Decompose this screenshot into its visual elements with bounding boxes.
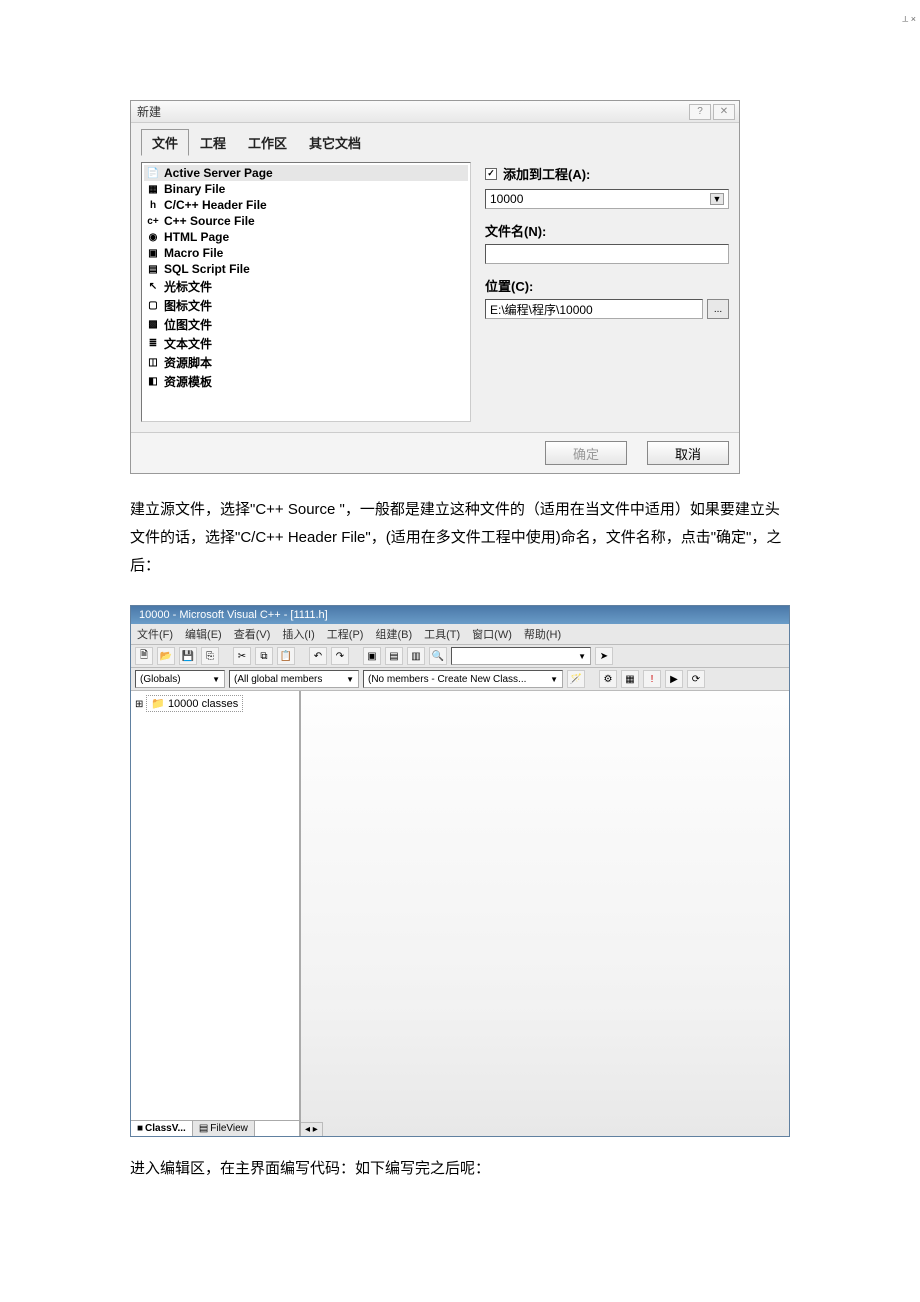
html-icon: ◉ (146, 230, 160, 244)
cursor-icon: ↖ (146, 280, 160, 294)
menu-item[interactable]: 查看(V) (234, 626, 271, 642)
search-combo[interactable]: ▼ (451, 647, 591, 665)
add-to-project-checkbox[interactable]: ✓ (485, 168, 497, 180)
menu-item[interactable]: 工程(P) (327, 626, 364, 642)
new-icon[interactable]: 🗎 (135, 647, 153, 665)
build-icon[interactable]: ▦ (621, 670, 639, 688)
cut-icon[interactable]: ✂ (233, 647, 251, 665)
list-item: ≣文本文件 (144, 334, 468, 353)
help-button[interactable]: ? (689, 104, 711, 120)
list-item: ◫资源脚本 (144, 353, 468, 372)
compile-icon[interactable]: ⚙ (599, 670, 617, 688)
stop-icon[interactable]: ! (643, 670, 661, 688)
icon-file-icon: ▢ (146, 299, 160, 313)
find-icon[interactable]: 🔍 (429, 647, 447, 665)
dialog-tabs: 文件 工程 工作区 其它文档 (131, 123, 739, 156)
tree-root[interactable]: 📁 10000 classes (146, 695, 243, 712)
tool-icon[interactable]: ▣ (363, 647, 381, 665)
vc-editor[interactable]: ◂ ▸ (301, 691, 789, 1136)
undo-icon[interactable]: ↶ (309, 647, 327, 665)
vc-menu-bar: 文件(F) 编辑(E) 查看(V) 插入(I) 工程(P) 组建(B) 工具(T… (131, 624, 789, 645)
save-all-icon[interactable]: ⎘ (201, 647, 219, 665)
save-icon[interactable]: 💾 (179, 647, 197, 665)
tab-classview[interactable]: ■ClassV... (131, 1121, 193, 1136)
panel-pin-icon[interactable]: ⟂ × (902, 14, 916, 25)
vc-toolbar-1: 🗎 📂 💾 ⎘ ✂ ⧉ 📋 ↶ ↷ ▣ ▤ ▥ 🔍 ▼ ➤ (131, 645, 789, 668)
vc-window: 10000 - Microsoft Visual C++ - [1111.h] … (130, 605, 790, 1137)
add-to-project-label: 添加到工程(A): (503, 164, 590, 183)
sql-icon: ▤ (146, 262, 160, 276)
menu-item[interactable]: 窗口(W) (472, 626, 512, 642)
project-dropdown[interactable]: 10000 ▼ (485, 189, 729, 209)
list-item: ↖光标文件 (144, 277, 468, 296)
binary-icon: ▦ (146, 182, 160, 196)
list-item: 📄Active Server Page (144, 165, 468, 181)
tool-icon[interactable]: ▤ (385, 647, 403, 665)
text-icon: ≣ (146, 337, 160, 351)
cancel-button[interactable]: 取消 (647, 441, 729, 465)
class-combo[interactable]: (No members - Create New Class...▼ (363, 670, 563, 688)
members-combo[interactable]: (All global members▼ (229, 670, 359, 688)
resource-icon: ◫ (146, 356, 160, 370)
run-icon[interactable]: ▶ (665, 670, 683, 688)
tab-other[interactable]: 其它文档 (298, 129, 372, 156)
class-tree[interactable]: ⊞ 📁 10000 classes ⟂ × (131, 691, 299, 1120)
debug-icon[interactable]: ⟳ (687, 670, 705, 688)
vc-window-title: 10000 - Microsoft Visual C++ - [1111.h] (131, 606, 789, 624)
browse-button[interactable]: ... (707, 299, 729, 319)
redo-icon[interactable]: ↷ (331, 647, 349, 665)
vc-sidebar: ⊞ 📁 10000 classes ⟂ × ■ClassV... ▤FileVi… (131, 691, 301, 1136)
go-icon[interactable]: ➤ (595, 647, 613, 665)
list-item: ▢图标文件 (144, 296, 468, 315)
dialog-title: 新建 (137, 103, 161, 120)
paragraph-1: 建立源文件，选择"C++ Source "，一般都是建立这种文件的（适用在当文件… (130, 496, 790, 579)
tab-project[interactable]: 工程 (189, 129, 237, 156)
scroll-corner[interactable]: ◂ ▸ (301, 1122, 323, 1136)
tab-fileview[interactable]: ▤FileView (193, 1121, 255, 1136)
list-item: ◉HTML Page (144, 229, 468, 245)
menu-item[interactable]: 插入(I) (282, 626, 314, 642)
close-button[interactable]: ✕ (713, 104, 735, 120)
cpp-file-icon: c+ (146, 214, 160, 228)
tab-workspace[interactable]: 工作区 (237, 129, 298, 156)
menu-item[interactable]: 帮助(H) (524, 626, 561, 642)
list-item: ▦Binary File (144, 181, 468, 197)
bitmap-icon: ▩ (146, 318, 160, 332)
filename-input[interactable] (485, 244, 729, 264)
list-item: ▩位图文件 (144, 315, 468, 334)
ok-button[interactable]: 确定 (545, 441, 627, 465)
paste-icon[interactable]: 📋 (277, 647, 295, 665)
location-input[interactable] (485, 299, 703, 319)
template-icon: ◧ (146, 375, 160, 389)
menu-item[interactable]: 编辑(E) (185, 626, 222, 642)
list-item: c+C++ Source File (144, 213, 468, 229)
dialog-titlebar: 新建 ? ✕ (131, 101, 739, 123)
filename-label: 文件名(N): (485, 221, 729, 240)
list-item: ◧资源模板 (144, 372, 468, 391)
file-type-list[interactable]: 📄Active Server Page ▦Binary File hC/C++ … (141, 162, 471, 422)
menu-item[interactable]: 组建(B) (375, 626, 412, 642)
macro-icon: ▣ (146, 246, 160, 260)
list-item: hC/C++ Header File (144, 197, 468, 213)
h-file-icon: h (146, 198, 160, 212)
location-label: 位置(C): (485, 276, 729, 295)
new-file-dialog: 新建 ? ✕ 文件 工程 工作区 其它文档 📄Active Server Pag… (130, 100, 740, 474)
menu-item[interactable]: 工具(T) (424, 626, 460, 642)
open-icon[interactable]: 📂 (157, 647, 175, 665)
copy-icon[interactable]: ⧉ (255, 647, 273, 665)
chevron-down-icon: ▼ (710, 193, 724, 205)
list-item: ▣Macro File (144, 245, 468, 261)
tool-icon[interactable]: ▥ (407, 647, 425, 665)
list-item: ▤SQL Script File (144, 261, 468, 277)
paragraph-2: 进入编辑区，在主界面编写代码：如下编写完之后呢： (130, 1155, 790, 1183)
vc-toolbar-2: (Globals)▼ (All global members▼ (No memb… (131, 668, 789, 691)
tab-file[interactable]: 文件 (141, 129, 189, 156)
wand-icon[interactable]: 🪄 (567, 670, 585, 688)
globals-combo[interactable]: (Globals)▼ (135, 670, 225, 688)
page-icon: 📄 (146, 166, 160, 180)
menu-item[interactable]: 文件(F) (137, 626, 173, 642)
